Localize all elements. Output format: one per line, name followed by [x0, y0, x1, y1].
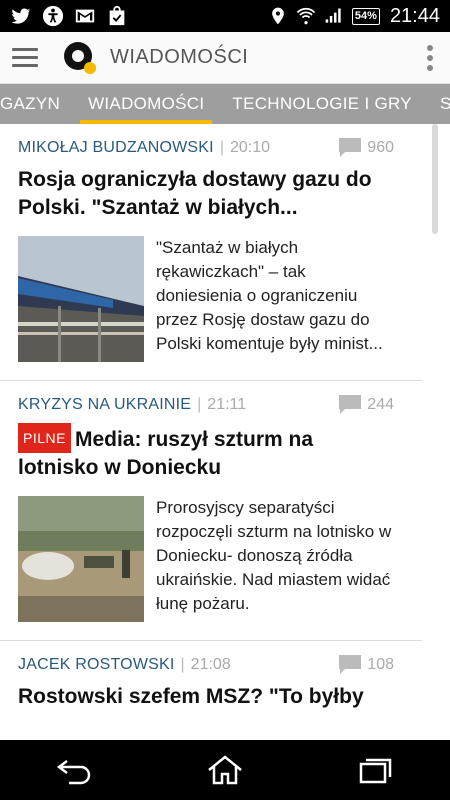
article-thumbnail[interactable]: [18, 236, 144, 362]
clock: 21:44: [389, 4, 440, 27]
tab-magazyn[interactable]: GAZYN: [0, 84, 74, 124]
page-title: WIADOMOŚCI: [110, 46, 249, 68]
comment-count[interactable]: 108: [339, 655, 394, 675]
signal-icon: [325, 8, 341, 23]
article-category[interactable]: KRYZYS NA UKRAINIE: [18, 396, 191, 414]
more-options-icon[interactable]: [410, 32, 450, 84]
article-time: 21:11: [207, 396, 247, 413]
shopping-bag-icon: [109, 5, 125, 26]
navigation-bar: [0, 740, 450, 800]
recent-apps-icon[interactable]: [355, 754, 395, 786]
comment-count-value: 960: [367, 139, 394, 156]
article-author[interactable]: MIKOŁAJ BUDZANOWSKI: [18, 139, 214, 157]
comment-icon: [339, 655, 362, 674]
location-icon: [272, 7, 284, 25]
tab-wiadomosci[interactable]: WIADOMOŚCI: [74, 84, 218, 124]
scrollbar[interactable]: [432, 124, 438, 234]
article-item[interactable]: JACEK ROSTOWSKI | 21:08 108 Rostowski sz…: [0, 641, 422, 711]
wifi-icon: [296, 7, 316, 25]
status-bar: 54% 21:44: [0, 0, 450, 32]
article-author[interactable]: JACEK ROSTOWSKI: [18, 656, 175, 674]
article-item[interactable]: KRYZYS NA UKRAINIE | 21:11 244 PILNE Medi…: [0, 381, 422, 641]
article-time: 20:10: [229, 139, 271, 156]
category-tabs: GAZYN WIADOMOŚCI TECHNOLOGIE I GRY SP: [0, 84, 450, 124]
article-excerpt: Prorosyjscy separatyści rozpoczęli sztur…: [156, 498, 392, 613]
tab-technologie-i-gry[interactable]: TECHNOLOGIE I GRY: [218, 84, 426, 124]
urgent-badge: PILNE: [18, 423, 71, 453]
article-item[interactable]: MIKOŁAJ BUDZANOWSKI | 20:10 960 Rosja og…: [0, 124, 422, 381]
app-logo: [64, 41, 96, 74]
article-headline[interactable]: Rostowski szefem MSZ? "To byłby: [18, 683, 394, 711]
comment-count[interactable]: 244: [339, 395, 394, 415]
comment-count[interactable]: 960: [339, 138, 394, 158]
app-bar: WIADOMOŚCI: [0, 32, 450, 84]
accessibility-icon: [42, 5, 64, 27]
comment-icon: [339, 138, 362, 157]
article-headline[interactable]: Rosja ograniczyła dostawy gazu do Polski…: [18, 166, 394, 222]
home-icon[interactable]: [205, 754, 245, 786]
comment-icon: [339, 395, 362, 414]
article-list[interactable]: MIKOŁAJ BUDZANOWSKI | 20:10 960 Rosja og…: [0, 124, 450, 740]
comment-count-value: 108: [367, 656, 394, 673]
tab-sport[interactable]: SP: [426, 84, 450, 124]
article-time: 21:08: [190, 656, 231, 673]
comment-count-value: 244: [367, 396, 394, 413]
gmail-icon: [75, 9, 95, 23]
article-headline[interactable]: PILNE Media: ruszył szturm na lotnisko w …: [18, 423, 394, 482]
battery-indicator: 54%: [351, 7, 380, 25]
back-icon[interactable]: [55, 755, 95, 785]
article-excerpt: "Szantaż w białych rękawiczkach" – tak d…: [156, 238, 383, 353]
menu-icon[interactable]: [0, 32, 58, 84]
twitter-icon: [11, 8, 31, 24]
article-thumbnail[interactable]: [18, 496, 144, 622]
